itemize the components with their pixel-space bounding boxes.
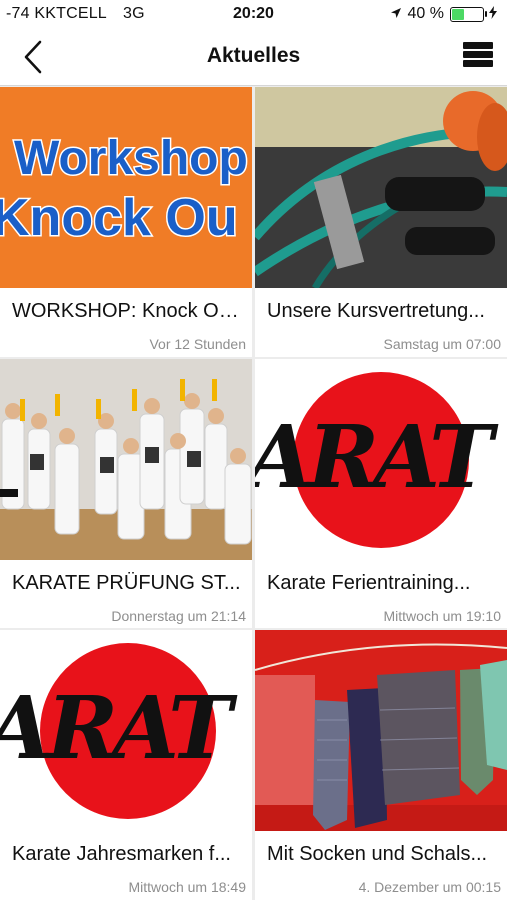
card-time: Donnerstag um 21:14 [111, 608, 246, 624]
bolt-icon [489, 6, 497, 22]
karate-group-photo [0, 359, 252, 560]
card-title: Unsere Kursvertretung... [267, 300, 485, 322]
workshop-word: Workshop [14, 132, 248, 185]
news-card[interactable]: KARATE PRÜFUNG ST... Donnerstag um 21:14 [0, 359, 252, 628]
status-bar: -74 KKTCELL 3G 20:20 40 % [0, 0, 507, 30]
status-right: 40 % [390, 5, 497, 23]
battery-percent: 40 % [407, 5, 444, 22]
news-card[interactable]: Workshop Knock Ou WORKSHOP: Knock Out...… [0, 87, 252, 357]
card-time: Mittwoch um 19:10 [383, 608, 502, 624]
navigation-bar: Aktuelles [0, 30, 507, 86]
card-title: KARATE PRÜFUNG ST... [12, 572, 241, 594]
card-time: 4. Dezember um 00:15 [358, 879, 501, 895]
battery-icon [450, 6, 487, 22]
news-card[interactable]: ARAT Karate Ferientraining... Mittwoch u… [255, 359, 507, 628]
knitted-socks-thumbnail [255, 630, 507, 831]
workshop-thumbnail: Workshop Knock Ou [0, 87, 252, 288]
page-title: Aktuelles [206, 44, 301, 67]
karate-logo-text: ARAT [0, 678, 238, 779]
knockout-word: Knock Ou [0, 189, 238, 247]
news-card[interactable]: Unsere Kursvertretung... Samstag um 07:0… [255, 87, 507, 357]
card-time: Mittwoch um 18:49 [128, 879, 247, 895]
card-time: Samstag um 07:00 [383, 336, 501, 352]
karate-logo-thumbnail: ARAT [255, 359, 507, 560]
card-title: WORKSHOP: Knock Out... [12, 300, 244, 322]
location-arrow-icon [390, 7, 402, 22]
karate-logo-text: ARAT [255, 407, 499, 508]
news-card[interactable]: Mit Socken und Schals... 4. Dezember um … [255, 630, 507, 900]
card-time: Vor 12 Stunden [149, 336, 246, 352]
news-card[interactable]: ARAT Karate Jahresmarken f... Mittwoch u… [0, 630, 252, 900]
resistance-band-thumbnail [255, 87, 507, 288]
card-title: Mit Socken und Schals... [267, 843, 488, 865]
karate-logo-thumbnail: ARAT [0, 630, 252, 831]
list-menu-icon[interactable] [463, 42, 493, 72]
card-title: Karate Jahresmarken f... [12, 843, 231, 865]
battery-fill [452, 8, 464, 20]
card-title: Karate Ferientraining... [267, 572, 471, 594]
